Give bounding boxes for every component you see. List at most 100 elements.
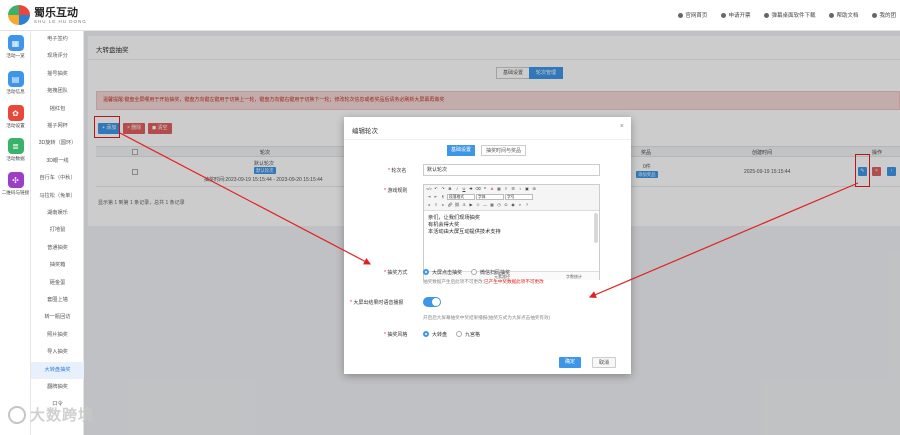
- editor-scrollbar[interactable]: [594, 213, 598, 243]
- strike-icon[interactable]: S: [468, 186, 474, 192]
- grid-icon: ▦: [7, 35, 24, 51]
- draw-mode-label: * 抽奖方式: [384, 270, 408, 276]
- align-left-icon[interactable]: ⫷: [426, 202, 432, 208]
- outdent-icon[interactable]: ⇤: [433, 194, 439, 200]
- bold-icon[interactable]: B: [447, 186, 453, 192]
- radio-wheel-label: 大转盘: [432, 332, 448, 338]
- tab-time-prize[interactable]: 抽奖时间与奖品: [481, 145, 527, 156]
- para-format-select[interactable]: 段落格式: [447, 194, 475, 200]
- align-right-icon[interactable]: ⫸: [440, 202, 446, 208]
- sub-menu-item[interactable]: 大转盘抽奖: [31, 361, 84, 379]
- radio-grid[interactable]: [456, 331, 462, 337]
- sub-menu-item[interactable]: 普通抽奖: [31, 240, 84, 257]
- sub-menu-item[interactable]: 打地鼠: [31, 222, 84, 239]
- help-icon[interactable]: ?: [524, 202, 530, 208]
- download-icon: [764, 12, 770, 18]
- hr-icon[interactable]: —: [482, 202, 488, 208]
- globe-icon: [678, 12, 684, 18]
- qrcode-icon: ✣: [7, 172, 24, 188]
- rail-item-qrcode[interactable]: ✣ 二维码与链接: [0, 172, 31, 206]
- highlight-icon[interactable]: ▦: [496, 186, 502, 192]
- sub-menu-item[interactable]: 摇红包: [31, 101, 84, 118]
- rail-item-settings[interactable]: ✿ 活动设置: [0, 105, 31, 139]
- font-family-select[interactable]: 字体: [476, 194, 504, 200]
- date-icon[interactable]: ▦: [489, 202, 495, 208]
- word-count: 字数统计: [566, 274, 582, 279]
- table-icon[interactable]: ⊞: [531, 186, 537, 192]
- quote-icon[interactable]: ❝: [482, 186, 488, 192]
- italic-icon[interactable]: I: [454, 186, 460, 192]
- radio-screen-click-label: 大屏点击抽奖: [432, 270, 463, 276]
- radio-wechat-scan[interactable]: [471, 269, 477, 275]
- sub-menu-item[interactable]: 砸金蛋: [31, 275, 84, 292]
- sub-menu-item[interactable]: 自行车（中秋）: [31, 170, 84, 187]
- confirm-button[interactable]: 确定: [559, 357, 582, 368]
- align-center-icon[interactable]: ≡: [433, 202, 439, 208]
- list-bullet-icon[interactable]: ☰: [510, 186, 516, 192]
- link-team[interactable]: 我的团: [872, 11, 896, 19]
- sub-menu-item[interactable]: 导入抽奖: [31, 344, 84, 361]
- font-size-select[interactable]: 字号: [505, 194, 533, 200]
- sub-menu-item[interactable]: 电子签约: [31, 31, 84, 48]
- unlink-icon[interactable]: ⛓︎: [454, 202, 460, 208]
- sub-menu-item[interactable]: 翻牌抽奖: [31, 379, 84, 396]
- special-char-icon[interactable]: Ω: [503, 202, 509, 208]
- eraser-icon[interactable]: ⌫: [475, 186, 481, 192]
- sub-menu-item[interactable]: 拖拽团队: [31, 83, 84, 100]
- link-help[interactable]: 帮助文档: [829, 11, 858, 19]
- sub-menu-item[interactable]: 照片抽奖: [31, 327, 84, 344]
- top-links: 官网首页 申请开票 弹幕桌面软件下载 帮助文档 我的团: [678, 11, 896, 19]
- logo-subtitle: SHU LE HU DONG: [34, 18, 87, 24]
- link-invoice[interactable]: 申请开票: [721, 11, 750, 19]
- anchor-icon[interactable]: ⚓︎: [461, 202, 467, 208]
- list-ordered-icon[interactable]: ≡: [503, 186, 509, 192]
- invoice-icon: [721, 12, 727, 18]
- rail-item-data[interactable]: ≣ 活动数据: [0, 138, 31, 172]
- emoji-icon[interactable]: ☺: [475, 202, 481, 208]
- rules-label: * 游戏规则: [384, 188, 408, 194]
- voice-hint: 开启后大屏幕抽奖中奖结果播报(抽奖方式为大屏点击抽奖有效): [423, 315, 551, 320]
- voice-label: * 大屏出结果时语音播报: [350, 300, 404, 306]
- voice-toggle[interactable]: [423, 297, 441, 307]
- underline-icon[interactable]: U: [461, 186, 467, 192]
- sub-menu-item[interactable]: 现场评分: [31, 48, 84, 65]
- rail-item-overview[interactable]: ▦ 活动一览: [0, 35, 31, 69]
- time-icon[interactable]: ◷: [496, 202, 502, 208]
- sub-menu-item[interactable]: 湖南娱乐: [31, 205, 84, 222]
- sub-menu-item[interactable]: 摇子网杯: [31, 118, 84, 135]
- redo-icon[interactable]: ↷: [440, 186, 446, 192]
- brand-logo[interactable]: 蜀乐互动 SHU LE HU DONG: [8, 5, 87, 25]
- rail-item-info[interactable]: ▤ 活动信息: [0, 71, 31, 105]
- sub-menu-item[interactable]: 抽奖箱: [31, 257, 84, 274]
- cancel-button[interactable]: 取消: [592, 357, 617, 368]
- sub-menu-item[interactable]: 套圈上墙: [31, 292, 84, 309]
- editor-content[interactable]: 亲们，让我们现场抽奖 有机会得大奖 本活动由大屏互动提供技术支持: [428, 215, 596, 236]
- indent-icon[interactable]: ⇥: [426, 194, 432, 200]
- html-icon[interactable]: </>: [426, 186, 432, 192]
- paragraph-icon[interactable]: ¶: [440, 194, 446, 200]
- font-color-icon[interactable]: A: [489, 186, 495, 192]
- undo-icon[interactable]: ↶: [433, 186, 439, 192]
- radio-grid-label: 九宫格: [465, 332, 481, 338]
- draw-mode-hint: 抽奖数据产生后此项不可更改;已产生中奖数据此项不可更改: [423, 279, 544, 284]
- sub-menu-item[interactable]: 转一瓶回访: [31, 309, 84, 326]
- sub-menu-item[interactable]: 3D眼一线: [31, 153, 84, 170]
- link-download[interactable]: 弹幕桌面软件下载: [764, 11, 815, 19]
- link-icon[interactable]: 🔗︎: [447, 202, 453, 208]
- rich-text-editor[interactable]: </> ↶ ↷ B I U S ⌫ ❝ A ▦ ≡ ☰ ↕ ▣ ⊞ ⇥ ⇤ ¶: [423, 184, 600, 280]
- close-icon[interactable]: ×: [620, 123, 624, 130]
- editor-toolbar: </> ↶ ↷ B I U S ⌫ ❝ A ▦ ≡ ☰ ↕ ▣ ⊞ ⇥ ⇤ ¶: [424, 185, 599, 211]
- line-height-icon[interactable]: ↕: [517, 186, 523, 192]
- sub-menu-item[interactable]: 马拉松（免单）: [31, 188, 84, 205]
- search-icon[interactable]: ⌕: [517, 202, 523, 208]
- round-name-input[interactable]: 默认轮次: [423, 164, 600, 176]
- preview-icon[interactable]: ◉: [510, 202, 516, 208]
- video-icon[interactable]: ▶: [468, 202, 474, 208]
- radio-screen-click[interactable]: [423, 269, 429, 275]
- sub-menu-item[interactable]: 3D旋转（圆环）: [31, 135, 84, 152]
- tab-basic[interactable]: 基础设置: [447, 145, 476, 156]
- link-home[interactable]: 官网首页: [678, 11, 707, 19]
- radio-wheel[interactable]: [423, 331, 429, 337]
- sub-menu-item[interactable]: 摇号抽奖: [31, 66, 84, 83]
- image-icon[interactable]: ▣: [524, 186, 530, 192]
